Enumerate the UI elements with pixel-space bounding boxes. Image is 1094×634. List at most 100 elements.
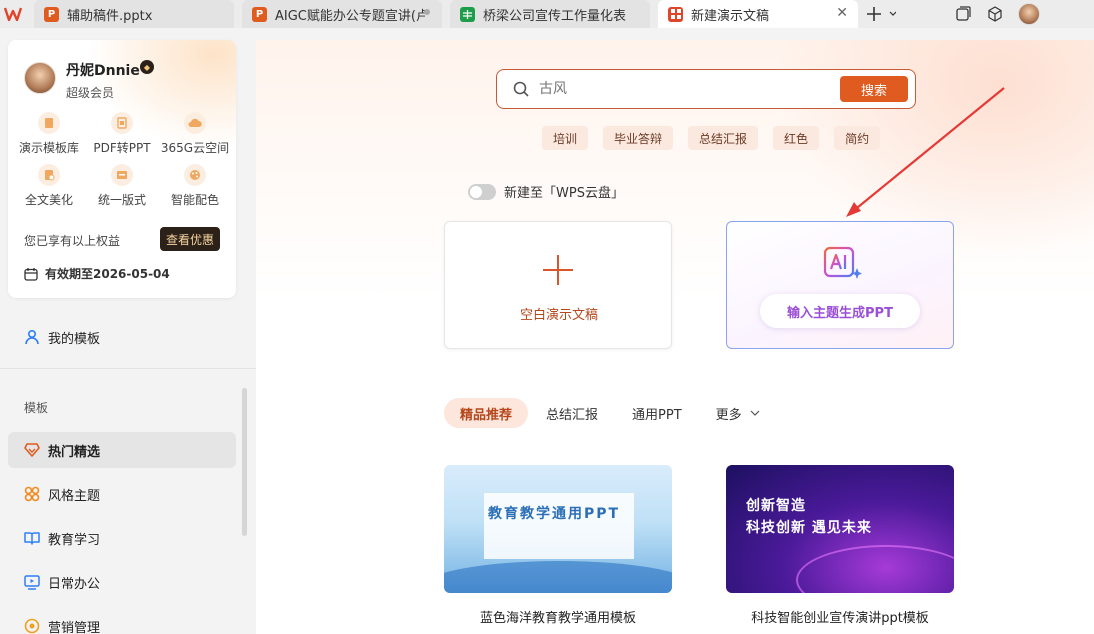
perk-label: 演示模板库: [18, 141, 79, 155]
search-icon: [513, 81, 529, 97]
plus-icon: [543, 255, 573, 285]
unsaved-dot-icon: [424, 9, 430, 15]
perk-template-library[interactable]: 演示模板库: [16, 112, 82, 156]
toggle-label: 新建至「WPS云盘」: [504, 186, 624, 201]
nav-label: 热门精选: [48, 444, 101, 460]
template-label[interactable]: 蓝色海洋教育教学通用模板: [444, 607, 672, 626]
calendar-icon: [24, 267, 38, 281]
perk-label: 365G云空间: [160, 141, 230, 155]
ppt-file-icon: P: [252, 6, 267, 22]
user-name: 丹妮Dnnie: [66, 63, 140, 79]
glow-decoration: [796, 545, 954, 593]
view-offer-button[interactable]: 查看优惠: [160, 227, 220, 251]
tab-doc-2[interactable]: P AIGC赋能办公专题宣讲(卢: [242, 0, 442, 28]
tab-general-ppt[interactable]: 通用PPT: [616, 398, 698, 428]
perk-beautify[interactable]: 全文美化: [16, 164, 82, 208]
ai-generate-card[interactable]: 输入主题生成PPT: [726, 221, 954, 349]
tab-doc-3[interactable]: 桥梁公司宣传工作量化表: [450, 0, 650, 28]
style-grid-icon: [24, 486, 40, 502]
cloud-save-toggle[interactable]: 新建至「WPS云盘」: [468, 182, 624, 201]
wave-decoration: [444, 561, 672, 593]
tab-title: 辅助稿件.pptx: [67, 8, 153, 24]
main-content: 搜索 培训 毕业答辩 总结汇报 红色 简约 新建至「WPS云盘」 空白演示文稿 …: [256, 40, 1094, 634]
nav-marketing[interactable]: 营销管理: [8, 608, 236, 634]
blank-presentation-card[interactable]: 空白演示文稿: [444, 221, 672, 349]
user-icon: [25, 329, 39, 345]
chevron-down-icon: [750, 410, 760, 416]
nav-hot-picks[interactable]: 热门精选: [8, 432, 236, 468]
card-label: 空白演示文稿: [519, 308, 598, 323]
search-button[interactable]: 搜索: [840, 76, 908, 102]
thumbnail-subtitle: 科技创新 遇见未来: [746, 520, 872, 536]
new-tab-button[interactable]: [866, 0, 896, 28]
pdf-convert-icon: [111, 112, 133, 134]
nav-daily-office[interactable]: 日常办公: [8, 564, 236, 600]
window-restore-icon[interactable]: [955, 0, 971, 28]
perk-label: 智能配色: [170, 193, 219, 207]
toggle-switch[interactable]: [468, 183, 496, 200]
tab-title: AIGC赋能办公专题宣讲(卢: [275, 8, 425, 24]
palette-icon: [184, 164, 206, 186]
close-tab-icon[interactable]: ✕: [836, 5, 848, 21]
nav-education[interactable]: 教育学习: [8, 520, 236, 556]
thumbnail-title: 创新智造: [746, 498, 806, 514]
perk-label: 统一版式: [97, 193, 146, 207]
tab-title: 新建演示文稿: [691, 8, 770, 24]
nav-label: 风格主题: [48, 488, 101, 504]
tag-graduation-defense[interactable]: 毕业答辩: [603, 126, 674, 150]
tag-red[interactable]: 红色: [773, 126, 820, 150]
template-search-box: 搜索: [496, 69, 916, 109]
thumbnail-title: 教育教学通用PPT: [488, 506, 621, 522]
ai-generate-button[interactable]: 输入主题生成PPT: [760, 294, 920, 328]
template-library-icon: [38, 112, 60, 134]
tag-minimal[interactable]: 简约: [834, 126, 881, 150]
tag-summary-report[interactable]: 总结汇报: [688, 126, 759, 150]
nav-my-templates[interactable]: 我的模板: [8, 319, 236, 355]
user-avatar[interactable]: [1018, 0, 1040, 28]
perk-pdf-to-ppt[interactable]: PDF转PPT: [89, 112, 155, 156]
tab-featured[interactable]: 精品推荐: [444, 398, 529, 428]
user-card: 丹妮Dnnie ◆ 超级会员 演示模板库 PDF转PPT 365G云空间 全文美…: [8, 40, 236, 298]
diamond-icon: [24, 443, 40, 457]
nav-style-themes[interactable]: 风格主题: [8, 476, 236, 512]
expiry-info: 有效期至2026-05-04: [24, 265, 170, 282]
tab-summary[interactable]: 总结汇报: [530, 398, 614, 428]
template-thumbnail-tech[interactable]: 创新智造 科技创新 遇见未来: [726, 465, 954, 593]
tab-doc-1[interactable]: P 辅助稿件.pptx: [34, 0, 234, 28]
perk-label: PDF转PPT: [93, 141, 151, 155]
sheet-file-icon: [460, 6, 475, 22]
template-thumbnail-ocean[interactable]: 教育教学通用PPT: [444, 465, 672, 593]
tab-new-presentation[interactable]: 新建演示文稿 ✕: [658, 0, 858, 28]
hot-tags: 培训 毕业答辩 总结汇报 红色 简约: [542, 126, 895, 150]
tab-more[interactable]: 更多: [700, 398, 776, 428]
ai-icon: [823, 246, 862, 279]
nav-label: 营销管理: [48, 620, 101, 634]
layout-icon: [111, 164, 133, 186]
tag-training[interactable]: 培训: [542, 126, 589, 150]
screen-play-icon: [24, 575, 40, 590]
beautify-icon: [38, 164, 60, 186]
perk-unified-layout[interactable]: 统一版式: [89, 164, 155, 208]
perk-smart-color[interactable]: 智能配色: [162, 164, 228, 208]
cube-icon[interactable]: [987, 0, 1003, 28]
new-doc-icon: [668, 6, 683, 22]
book-icon: [24, 532, 40, 545]
perk-cloud-space[interactable]: 365G云空间: [160, 112, 230, 156]
nav-label: 教育学习: [48, 532, 101, 548]
more-label: 更多: [715, 407, 742, 423]
sidebar-scrollbar[interactable]: [242, 388, 247, 536]
ppt-file-icon: P: [44, 6, 59, 22]
tab-bar: P 辅助稿件.pptx P AIGC赋能办公专题宣讲(卢 桥梁公司宣传工作量化表…: [0, 0, 1094, 28]
divider: [0, 368, 256, 369]
expiry-date: 有效期至2026-05-04: [45, 267, 170, 281]
template-label[interactable]: 科技智能创业宣传演讲ppt模板: [726, 607, 954, 626]
search-input[interactable]: [539, 79, 819, 99]
avatar[interactable]: [24, 62, 56, 94]
perk-grid: 演示模板库 PDF转PPT 365G云空间 全文美化 统一版式 智能配色: [16, 112, 230, 208]
rights-text: 您已享有以上权益: [24, 234, 121, 248]
wps-logo-icon[interactable]: [0, 0, 26, 28]
nav-label: 日常办公: [48, 576, 101, 592]
cloud-icon: [184, 112, 206, 134]
tab-title: 桥梁公司宣传工作量化表: [483, 8, 627, 24]
member-level: 超级会员: [66, 86, 115, 100]
